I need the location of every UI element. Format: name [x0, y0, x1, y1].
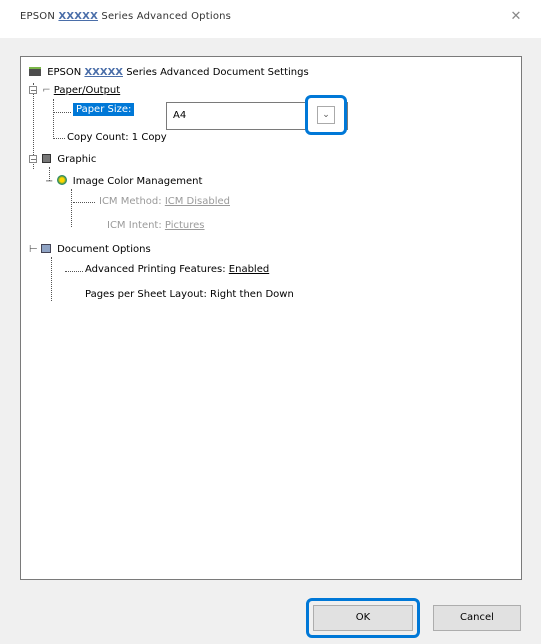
tree-line: [71, 189, 72, 227]
tree-item-document-options[interactable]: ⊢ Document Options: [29, 243, 151, 255]
icm-label: Image Color Management: [72, 176, 203, 187]
icm-method-value: ICM Disabled: [164, 196, 230, 207]
copy-count-label: Copy Count: 1 Copy: [67, 132, 167, 143]
document-options-label: Document Options: [57, 244, 151, 255]
tree-line: [53, 112, 71, 113]
printer-icon: [29, 67, 41, 76]
paper-output-label: Paper/Output: [53, 85, 121, 96]
title-suffix: Series Advanced Options: [101, 11, 232, 22]
tree-item-graphic[interactable]: − Graphic: [29, 153, 96, 165]
root-prefix: EPSON: [47, 67, 82, 78]
tree-line: [53, 99, 54, 139]
title-bar: EPSON XXXXX Series Advanced Options ✕: [0, 0, 541, 38]
tree-line: [53, 138, 65, 139]
pages-per-sheet-label: Pages per Sheet Layout: Right then Down: [85, 289, 294, 300]
collapse-icon[interactable]: −: [29, 86, 37, 95]
tree-item-pages-per-sheet[interactable]: Pages per Sheet Layout: Right then Down: [85, 289, 294, 300]
tree-item-paper-output[interactable]: − ⌐ Paper/Output: [29, 85, 120, 96]
root-suffix: Series Advanced Document Settings: [126, 67, 309, 78]
tree-item-copy-count[interactable]: Copy Count: 1 Copy: [67, 132, 167, 143]
title-brand: XXXXX: [58, 11, 99, 22]
icm-method-label: ICM Method:: [99, 196, 162, 207]
graphic-label: Graphic: [57, 154, 97, 165]
tree-root[interactable]: EPSON XXXXX Series Advanced Document Set…: [29, 66, 309, 78]
icm-intent-value: Pictures: [164, 220, 205, 231]
tree-line: [65, 271, 83, 272]
advanced-printing-value[interactable]: Enabled: [229, 264, 269, 275]
window-title: EPSON XXXXX Series Advanced Options: [20, 11, 231, 22]
collapse-icon[interactable]: −: [29, 155, 37, 164]
chevron-down-icon: ⌄: [317, 106, 335, 124]
tree-item-icm-intent: ICM Intent: Pictures: [107, 220, 205, 231]
document-options-icon: [40, 244, 51, 253]
graphic-icon: [42, 154, 52, 163]
cancel-button[interactable]: Cancel: [433, 605, 521, 631]
tree-item-icm-method: ICM Method: ICM Disabled: [99, 196, 230, 207]
color-management-icon: [56, 175, 67, 185]
tree-item-icm[interactable]: − Image Color Management: [45, 174, 202, 187]
settings-tree[interactable]: EPSON XXXXX Series Advanced Document Set…: [20, 56, 522, 580]
close-icon[interactable]: ✕: [507, 8, 525, 26]
tree-line: [73, 202, 95, 203]
paper-output-icon: ⌐: [42, 85, 51, 96]
tree-item-advanced-printing[interactable]: Advanced Printing Features: Enabled: [85, 264, 269, 275]
title-prefix: EPSON: [20, 11, 56, 22]
icm-intent-label: ICM Intent:: [107, 220, 162, 231]
dropdown-toggle-button[interactable]: ⌄: [305, 95, 347, 135]
root-brand: XXXXX: [84, 67, 123, 78]
tree-item-paper-size[interactable]: Paper Size:: [73, 103, 135, 116]
paper-size-label: Paper Size:: [73, 103, 135, 116]
paper-size-value: A4: [173, 110, 187, 121]
tree-line: [51, 257, 52, 301]
advanced-printing-label: Advanced Printing Features:: [85, 264, 226, 275]
ok-button[interactable]: OK: [313, 605, 413, 631]
